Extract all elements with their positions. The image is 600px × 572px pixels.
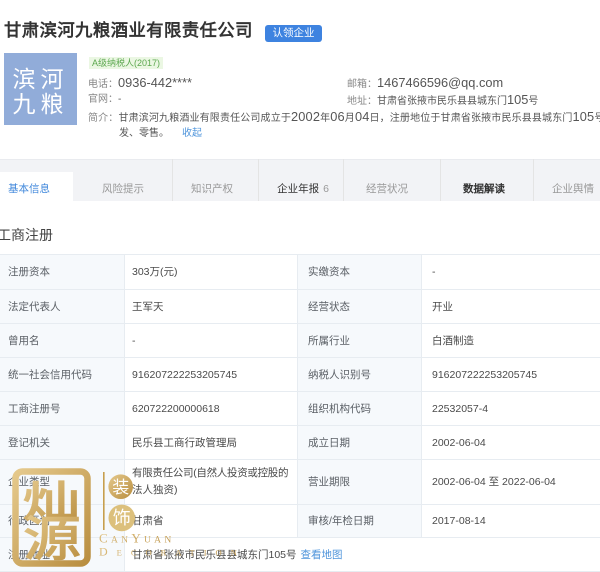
svg-text:CANYUAN: CANYUAN: [99, 531, 175, 546]
svg-text:源: 源: [23, 513, 81, 566]
svg-text:饰: 饰: [113, 508, 131, 528]
svg-text:DECORATION: DECORATION: [99, 545, 246, 559]
svg-text:装: 装: [112, 478, 129, 497]
